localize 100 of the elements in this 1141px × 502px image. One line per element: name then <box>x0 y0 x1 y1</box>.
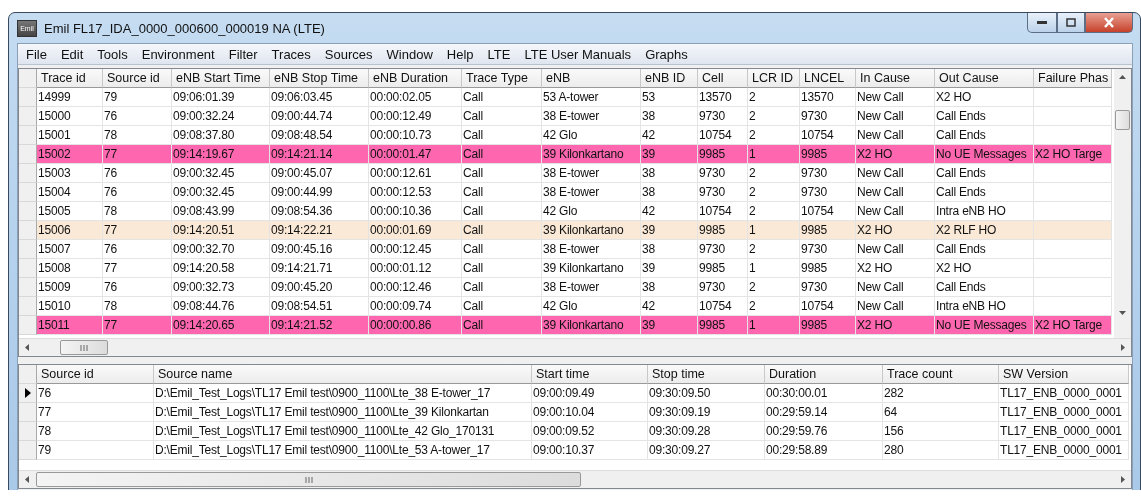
table-cell: 76 <box>103 240 172 259</box>
table-cell: Intra eNB HO <box>935 297 1034 316</box>
table-cell: 15002 <box>37 145 103 164</box>
column-header[interactable]: LNCEL <box>800 69 856 88</box>
table-cell: 42 <box>641 297 698 316</box>
table-cell: 09:30:09.50 <box>648 384 765 403</box>
table-cell: 09:00:45.07 <box>270 164 369 183</box>
table-cell: X2 RLF HO <box>935 221 1034 240</box>
table-cell: 09:00:09.52 <box>532 422 648 441</box>
table-cell: 53 A-tower <box>542 88 641 107</box>
vertical-scrollbar[interactable] <box>1114 69 1131 338</box>
menu-item[interactable]: Help <box>440 46 482 62</box>
table-cell: 9730 <box>698 183 748 202</box>
table-cell: 10754 <box>698 297 748 316</box>
table-cell: 2 <box>748 202 800 221</box>
scroll-thumb[interactable] <box>36 472 581 487</box>
table-cell: Call Ends <box>935 240 1034 259</box>
minimize-button[interactable] <box>1027 13 1057 33</box>
column-header[interactable]: Start time <box>532 365 648 384</box>
menu-item[interactable]: LTE <box>481 46 519 62</box>
column-header[interactable]: Source id <box>103 69 172 88</box>
column-header[interactable]: Cell <box>698 69 748 88</box>
table-cell: 38 <box>641 183 698 202</box>
menu-item[interactable]: Graphs <box>639 46 696 62</box>
table-cell: 00:00:10.36 <box>369 202 462 221</box>
column-header[interactable]: LCR ID <box>748 69 800 88</box>
column-header[interactable]: Failure Phas <box>1034 69 1112 88</box>
table-cell: 13570 <box>800 88 856 107</box>
column-header[interactable]: Out Cause <box>935 69 1034 88</box>
column-header[interactable]: Stop time <box>648 365 765 384</box>
table-cell: 39 <box>641 316 698 335</box>
table-cell: Call Ends <box>935 126 1034 145</box>
table-cell: 9730 <box>698 164 748 183</box>
table-cell: 15008 <box>37 259 103 278</box>
column-header[interactable]: Trace Type <box>462 69 542 88</box>
table-cell: Call Ends <box>935 164 1034 183</box>
table-cell: 09:08:37.80 <box>172 126 270 145</box>
column-header[interactable]: eNB <box>542 69 641 88</box>
table-cell: 64 <box>883 403 999 422</box>
menu-item[interactable]: Sources <box>318 46 381 62</box>
column-header[interactable]: eNB Stop Time <box>270 69 369 88</box>
menu-item[interactable]: Tools <box>91 46 136 62</box>
column-header[interactable]: Trace count <box>883 365 999 384</box>
table-cell: 09:14:20.65 <box>172 316 270 335</box>
table-cell: X2 HO <box>856 259 935 278</box>
table-cell: 10754 <box>698 202 748 221</box>
menu-item[interactable]: Environment <box>135 46 223 62</box>
table-cell: 9730 <box>800 107 856 126</box>
menu-item[interactable]: Traces <box>265 46 319 62</box>
column-header[interactable]: eNB Duration <box>369 69 462 88</box>
table-cell: 00:00:12.61 <box>369 164 462 183</box>
table-cell: 00:00:12.49 <box>369 107 462 126</box>
scroll-thumb[interactable] <box>1115 110 1130 130</box>
table-cell: 09:08:54.36 <box>270 202 369 221</box>
maximize-button[interactable] <box>1057 13 1085 33</box>
table-cell: TL17_ENB_0000_0001 <box>999 384 1129 403</box>
column-header[interactable]: eNB Start Time <box>172 69 270 88</box>
table-cell: No UE Messages <box>935 316 1034 335</box>
table-cell: 09:00:10.04 <box>532 403 648 422</box>
table-cell: 09:30:09.27 <box>648 441 765 460</box>
scroll-thumb[interactable] <box>60 340 108 355</box>
menu-item[interactable]: Filter <box>222 46 266 62</box>
table-cell: 2 <box>748 126 800 145</box>
table-cell: 09:14:20.58 <box>172 259 270 278</box>
table-cell: 00:00:01.69 <box>369 221 462 240</box>
table-cell: X2 HO Targe <box>1034 145 1112 164</box>
horizontal-scrollbar[interactable] <box>19 470 1131 488</box>
table-cell: 9730 <box>698 278 748 297</box>
table-cell: 38 E-tower <box>542 164 641 183</box>
table-cell: 00:00:09.74 <box>369 297 462 316</box>
horizontal-scrollbar[interactable] <box>19 338 1131 356</box>
table-cell: 09:30:09.19 <box>648 403 765 422</box>
table-cell: TL17_ENB_0000_0001 <box>999 422 1129 441</box>
table-cell: 00:00:00.86 <box>369 316 462 335</box>
column-header[interactable]: eNB ID <box>641 69 698 88</box>
close-button[interactable] <box>1085 13 1133 33</box>
table-cell: 42 Glo <box>542 202 641 221</box>
table-cell: 38 E-tower <box>542 107 641 126</box>
table-cell: X2 HO <box>856 145 935 164</box>
table-cell: 14999 <box>37 88 103 107</box>
menu-item[interactable]: LTE User Manuals <box>518 46 640 62</box>
table-cell: 38 <box>641 107 698 126</box>
menu-item[interactable]: Edit <box>54 46 92 62</box>
table-cell: Call <box>462 278 542 297</box>
column-header[interactable]: In Cause <box>856 69 935 88</box>
table-cell: New Call <box>856 297 935 316</box>
table-cell: New Call <box>856 202 935 221</box>
table-cell: Call Ends <box>935 107 1034 126</box>
column-header[interactable]: Source id <box>37 365 154 384</box>
column-header[interactable]: Trace id <box>37 69 103 88</box>
table-cell: 9730 <box>800 183 856 202</box>
table-cell: 09:00:10.37 <box>532 441 648 460</box>
row-header[interactable] <box>19 384 37 403</box>
column-header[interactable]: Source name <box>154 365 532 384</box>
table-cell: 77 <box>103 316 172 335</box>
column-header[interactable]: Duration <box>765 365 883 384</box>
menu-item[interactable]: Window <box>380 46 441 62</box>
column-header[interactable]: SW Version <box>999 365 1129 384</box>
table-cell: X2 HO <box>856 316 935 335</box>
menu-item[interactable]: File <box>20 46 55 62</box>
